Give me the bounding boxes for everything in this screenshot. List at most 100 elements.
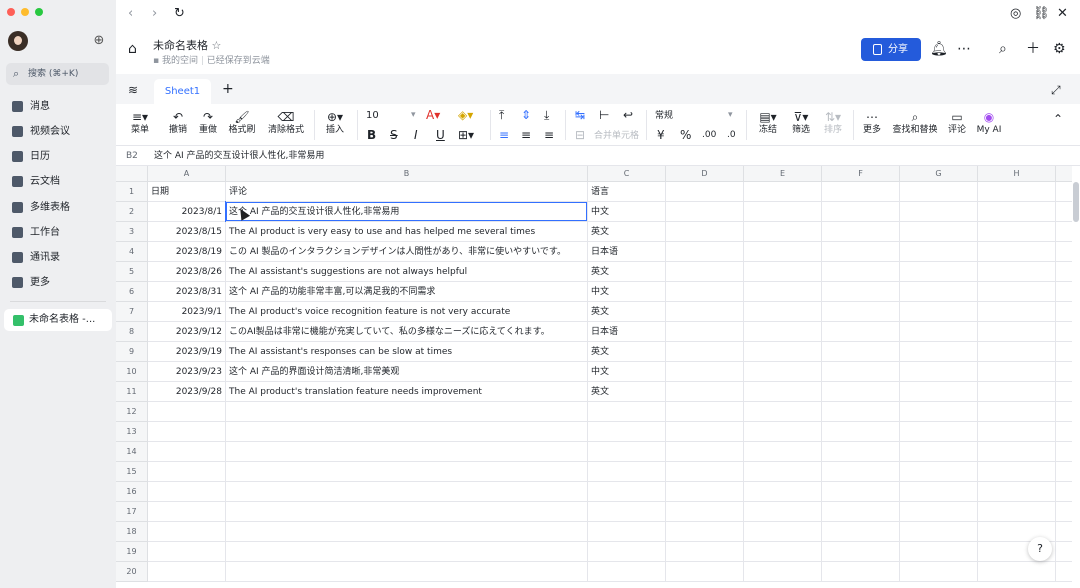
bold-icon[interactable]: B bbox=[367, 128, 376, 142]
table-cell[interactable] bbox=[744, 542, 822, 562]
row-header[interactable]: 16 bbox=[116, 482, 148, 502]
table-cell[interactable] bbox=[744, 342, 822, 362]
table-cell[interactable]: 2023/8/19 bbox=[148, 242, 226, 262]
table-cell[interactable] bbox=[900, 222, 978, 242]
table-cell[interactable]: このAI製品は非常に機能が充実していて、私の多様なニーズに応えてくれます。 bbox=[226, 322, 588, 342]
table-cell[interactable] bbox=[588, 462, 666, 482]
table-cell[interactable] bbox=[744, 442, 822, 462]
table-cell[interactable]: 中文 bbox=[588, 202, 666, 222]
table-cell[interactable] bbox=[978, 282, 1056, 302]
table-cell[interactable] bbox=[666, 422, 744, 442]
row-header[interactable]: 15 bbox=[116, 462, 148, 482]
link-icon[interactable]: ⛓ bbox=[1033, 6, 1050, 22]
table-cell[interactable] bbox=[666, 182, 744, 202]
column-header-a[interactable]: A bbox=[148, 166, 226, 182]
table-cell[interactable] bbox=[900, 442, 978, 462]
table-cell[interactable]: 2023/9/19 bbox=[148, 342, 226, 362]
wrap-text-icon[interactable]: ↩ bbox=[623, 108, 633, 122]
filter-button[interactable]: ⊽▾ 筛选 bbox=[785, 110, 817, 136]
table-cell[interactable]: 日本语 bbox=[588, 242, 666, 262]
table-cell[interactable] bbox=[744, 522, 822, 542]
fill-color-icon[interactable]: ◈▾ bbox=[458, 108, 473, 122]
table-cell[interactable] bbox=[148, 502, 226, 522]
table-cell[interactable]: 英文 bbox=[588, 342, 666, 362]
table-cell[interactable] bbox=[666, 262, 744, 282]
table-cell[interactable] bbox=[978, 442, 1056, 462]
plus-icon[interactable]: ＋ bbox=[1026, 41, 1040, 57]
table-cell[interactable] bbox=[822, 302, 900, 322]
table-cell[interactable]: 英文 bbox=[588, 302, 666, 322]
table-cell[interactable] bbox=[822, 342, 900, 362]
table-cell[interactable] bbox=[744, 562, 822, 582]
table-cell[interactable] bbox=[148, 562, 226, 582]
table-cell[interactable] bbox=[900, 182, 978, 202]
table-cell[interactable] bbox=[822, 482, 900, 502]
table-cell[interactable] bbox=[588, 542, 666, 562]
table-cell[interactable] bbox=[822, 422, 900, 442]
table-cell[interactable] bbox=[666, 462, 744, 482]
table-cell[interactable]: 2023/8/26 bbox=[148, 262, 226, 282]
table-cell[interactable] bbox=[588, 442, 666, 462]
table-cell[interactable] bbox=[744, 362, 822, 382]
table-cell[interactable] bbox=[900, 322, 978, 342]
table-cell[interactable] bbox=[226, 502, 588, 522]
table-cell[interactable] bbox=[900, 362, 978, 382]
expand-icon[interactable]: ⤢ bbox=[1051, 83, 1061, 97]
tab-sheet1[interactable]: Sheet1 bbox=[154, 79, 211, 104]
layers-icon[interactable]: ≋ bbox=[128, 83, 138, 97]
table-cell[interactable] bbox=[900, 342, 978, 362]
location-text[interactable]: 我的空间 bbox=[162, 56, 198, 66]
decimal-increase-icon[interactable]: .00 bbox=[702, 128, 716, 142]
table-cell[interactable] bbox=[148, 422, 226, 442]
close-window-button[interactable] bbox=[7, 8, 15, 16]
table-cell[interactable] bbox=[226, 542, 588, 562]
more-button[interactable]: ⋯ 更多 bbox=[858, 110, 886, 136]
vertical-scrollbar[interactable] bbox=[1072, 166, 1080, 588]
table-cell[interactable] bbox=[900, 542, 978, 562]
table-cell[interactable]: 2023/8/15 bbox=[148, 222, 226, 242]
refresh-icon[interactable]: ↻ bbox=[174, 6, 185, 22]
sidebar-item-video[interactable]: 视频会议 bbox=[0, 121, 116, 143]
doc-title[interactable]: 未命名表格 ☆ bbox=[153, 37, 221, 53]
add-sheet-icon[interactable]: + bbox=[222, 82, 234, 96]
table-cell[interactable] bbox=[822, 362, 900, 382]
table-cell[interactable]: 英文 bbox=[588, 262, 666, 282]
cell-reference[interactable]: B2 bbox=[126, 146, 138, 166]
forward-icon[interactable]: › bbox=[152, 6, 157, 22]
align-left-icon[interactable]: ≡ bbox=[499, 128, 509, 142]
chevron-down-icon[interactable]: ▾ bbox=[411, 108, 416, 122]
table-cell[interactable] bbox=[978, 502, 1056, 522]
table-cell[interactable] bbox=[666, 562, 744, 582]
table-cell[interactable]: 这个 AI 产品的功能非常丰富,可以满足我的不同需求 bbox=[226, 282, 588, 302]
table-cell[interactable]: 2023/8/1 bbox=[148, 202, 226, 222]
table-cell[interactable]: 中文 bbox=[588, 362, 666, 382]
table-cell[interactable] bbox=[744, 382, 822, 402]
table-cell[interactable] bbox=[978, 362, 1056, 382]
table-cell[interactable] bbox=[900, 482, 978, 502]
row-header[interactable]: 10 bbox=[116, 362, 148, 382]
table-cell[interactable] bbox=[744, 262, 822, 282]
table-cell[interactable] bbox=[900, 522, 978, 542]
table-cell[interactable]: 2023/9/1 bbox=[148, 302, 226, 322]
sort-button[interactable]: ⇅▾ 排序 bbox=[818, 110, 848, 136]
table-cell[interactable] bbox=[666, 402, 744, 422]
table-cell[interactable]: The AI assistant's responses can be slow… bbox=[226, 342, 588, 362]
table-cell[interactable]: 2023/9/28 bbox=[148, 382, 226, 402]
row-header[interactable]: 17 bbox=[116, 502, 148, 522]
table-cell[interactable] bbox=[822, 542, 900, 562]
sidebar-item-calendar[interactable]: 日历 bbox=[0, 146, 116, 168]
table-cell[interactable] bbox=[978, 322, 1056, 342]
table-cell[interactable] bbox=[148, 402, 226, 422]
table-cell[interactable] bbox=[978, 422, 1056, 442]
row-header[interactable]: 8 bbox=[116, 322, 148, 342]
row-header[interactable]: 19 bbox=[116, 542, 148, 562]
table-cell[interactable]: The AI product's translation feature nee… bbox=[226, 382, 588, 402]
table-cell[interactable] bbox=[822, 242, 900, 262]
merge-icon[interactable]: ⊟ bbox=[575, 128, 585, 142]
table-cell[interactable]: 这个 AI 产品的界面设计简洁清晰,非常美观 bbox=[226, 362, 588, 382]
currency-icon[interactable]: ¥ bbox=[657, 128, 665, 142]
strikethrough-icon[interactable]: S bbox=[390, 128, 398, 142]
sidebar-item-contacts[interactable]: 通讯录 bbox=[0, 247, 116, 269]
column-header-f[interactable]: F bbox=[822, 166, 900, 182]
table-cell[interactable]: 语言 bbox=[588, 182, 666, 202]
